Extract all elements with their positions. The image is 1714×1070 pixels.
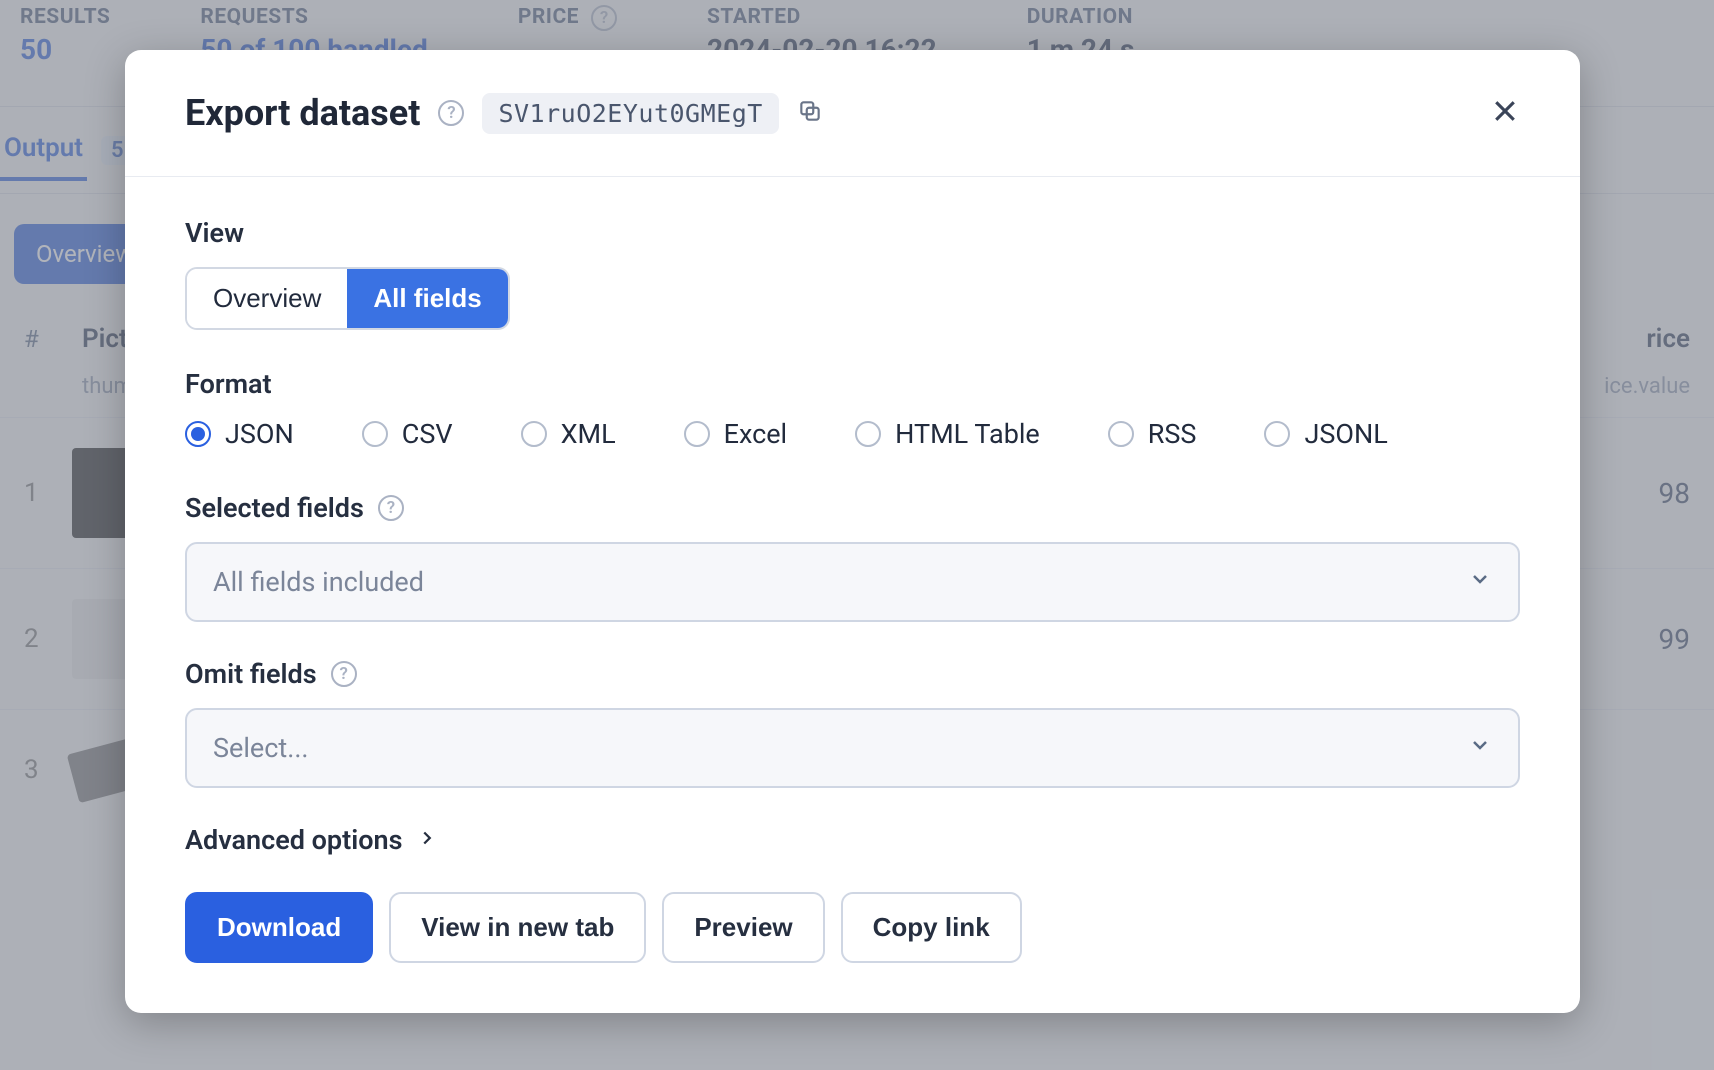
view-label: View <box>185 217 1520 249</box>
download-button[interactable]: Download <box>185 892 373 963</box>
view-overview-button[interactable]: Overview <box>187 269 347 328</box>
copy-icon[interactable] <box>797 98 823 128</box>
radio-icon <box>855 421 881 447</box>
format-json-radio[interactable]: JSON <box>185 418 294 450</box>
help-icon[interactable]: ? <box>331 661 357 687</box>
copy-link-button[interactable]: Copy link <box>841 892 1022 963</box>
format-jsonl-radio[interactable]: JSONL <box>1264 418 1387 450</box>
action-buttons: Download View in new tab Preview Copy li… <box>185 892 1520 963</box>
selected-fields-label: Selected fields ? <box>185 492 1520 524</box>
advanced-options-toggle[interactable]: Advanced options <box>185 824 1520 856</box>
view-all-fields-button[interactable]: All fields <box>347 269 507 328</box>
view-new-tab-button[interactable]: View in new tab <box>389 892 646 963</box>
radio-icon <box>1108 421 1134 447</box>
modal-title: Export dataset <box>185 92 420 134</box>
radio-icon <box>185 421 211 447</box>
chevron-down-icon <box>1468 566 1492 598</box>
help-icon[interactable]: ? <box>438 100 464 126</box>
format-label: Format <box>185 368 1520 400</box>
radio-icon <box>521 421 547 447</box>
format-radio-group: JSON CSV XML Excel HTML Table RSS <box>185 418 1520 450</box>
preview-button[interactable]: Preview <box>662 892 824 963</box>
export-dataset-modal: Export dataset ? SV1ruO2EYut0GMEgT View … <box>125 50 1580 1013</box>
chevron-down-icon <box>1468 732 1492 764</box>
format-rss-radio[interactable]: RSS <box>1108 418 1197 450</box>
format-html-radio[interactable]: HTML Table <box>855 418 1040 450</box>
format-xml-radio[interactable]: XML <box>521 418 616 450</box>
view-segmented-control: Overview All fields <box>185 267 510 330</box>
close-icon[interactable] <box>1490 96 1520 130</box>
format-csv-radio[interactable]: CSV <box>362 418 453 450</box>
format-excel-radio[interactable]: Excel <box>684 418 788 450</box>
selected-fields-placeholder: All fields included <box>213 566 424 598</box>
omit-fields-placeholder: Select... <box>213 732 309 764</box>
omit-fields-select[interactable]: Select... <box>185 708 1520 788</box>
chevron-right-icon <box>416 824 438 856</box>
radio-icon <box>684 421 710 447</box>
selected-fields-select[interactable]: All fields included <box>185 542 1520 622</box>
omit-fields-label: Omit fields ? <box>185 658 1520 690</box>
dataset-id: SV1ruO2EYut0GMEgT <box>482 93 778 134</box>
modal-header: Export dataset ? SV1ruO2EYut0GMEgT <box>125 50 1580 177</box>
help-icon[interactable]: ? <box>378 495 404 521</box>
radio-icon <box>1264 421 1290 447</box>
radio-icon <box>362 421 388 447</box>
